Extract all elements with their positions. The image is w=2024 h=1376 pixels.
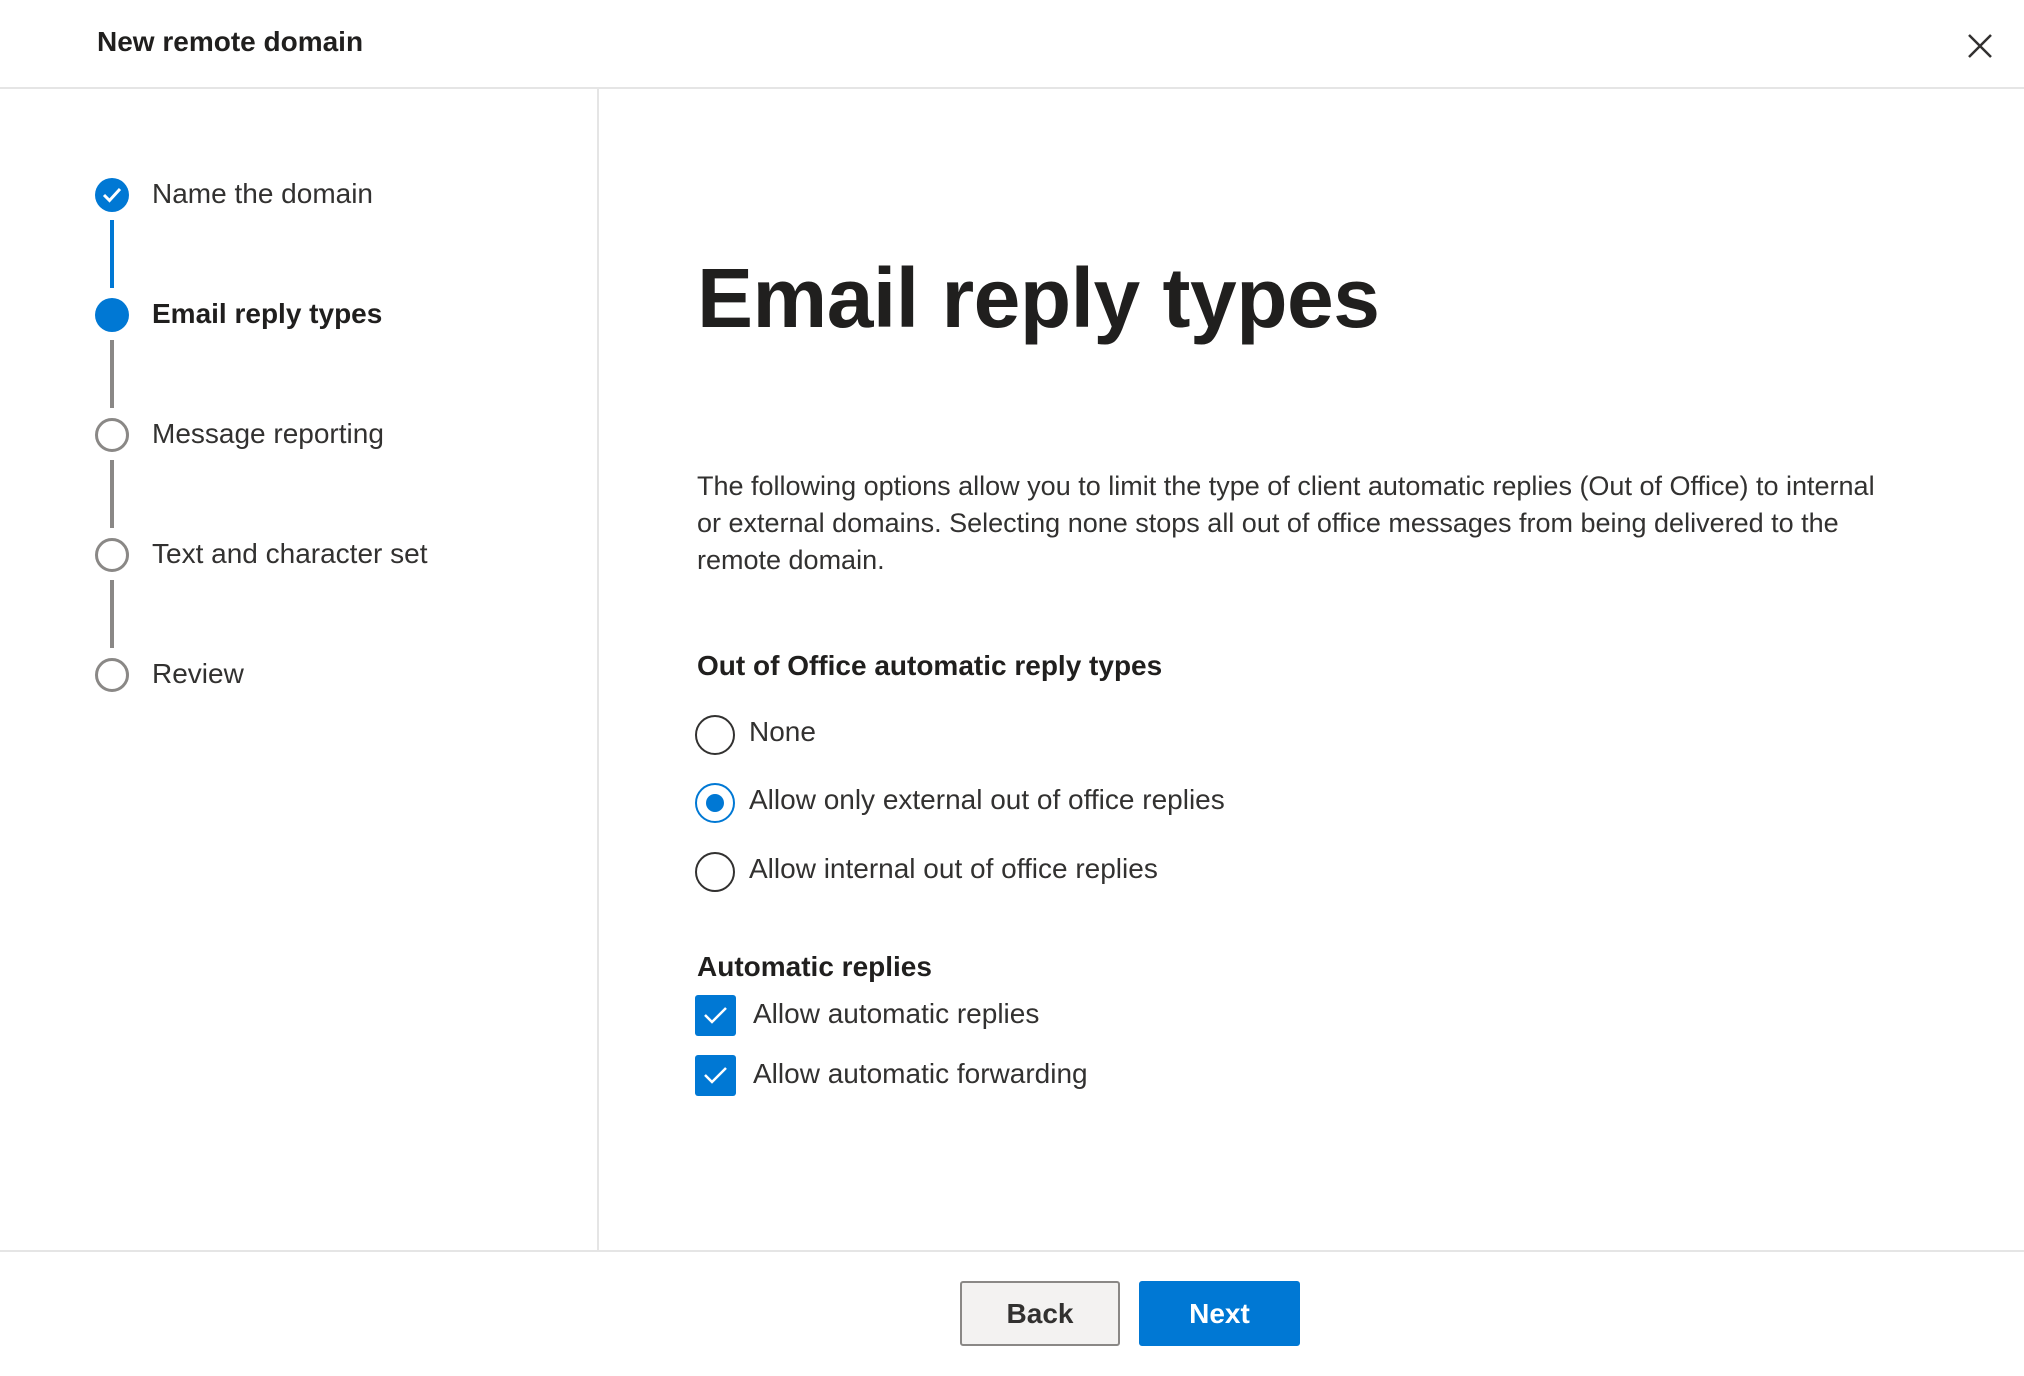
close-icon <box>1968 34 1992 58</box>
step-review: Review <box>152 658 244 689</box>
step-pending-icon <box>95 418 129 452</box>
step-connector <box>110 580 114 648</box>
checkbox-box[interactable] <box>695 1055 736 1096</box>
radio-circle-selected[interactable] <box>695 783 735 823</box>
step-pending-icon <box>95 538 129 572</box>
step-pending-icon <box>95 658 129 692</box>
left-pane-divider <box>597 89 599 1250</box>
checkbox-label: Allow automatic forwarding <box>753 1058 1088 1089</box>
radio-label: None <box>749 716 816 747</box>
step-completed-icon <box>95 178 129 212</box>
footer-divider <box>0 1250 2024 1252</box>
next-button[interactable]: Next <box>1139 1281 1300 1346</box>
checkmark-icon <box>704 1007 727 1024</box>
step-connector <box>110 460 114 528</box>
checkmark-icon <box>704 1067 727 1084</box>
radio-circle[interactable] <box>695 852 735 892</box>
checkbox-box[interactable] <box>695 995 736 1036</box>
radio-label: Allow internal out of office replies <box>749 853 1158 884</box>
page-description: The following options allow you to limit… <box>697 471 1875 575</box>
step-email-reply-types[interactable]: Email reply types <box>152 298 382 330</box>
radio-circle[interactable] <box>695 715 735 755</box>
checkbox-label: Allow automatic replies <box>753 998 1040 1029</box>
step-current-icon <box>95 298 129 332</box>
automatic-replies-section-title: Automatic replies <box>697 951 932 982</box>
back-button[interactable]: Back <box>960 1281 1120 1346</box>
step-name-the-domain[interactable]: Name the domain <box>152 178 373 210</box>
ooo-section-title: Out of Office automatic reply types <box>697 650 1163 681</box>
step-connector <box>110 340 114 408</box>
step-text-and-character-set: Text and character set <box>152 538 428 569</box>
step-connector <box>110 220 114 288</box>
panel-header: New remote domain <box>0 0 2024 89</box>
panel-title: New remote domain <box>97 26 364 57</box>
close-button[interactable] <box>1958 24 2002 68</box>
radio-label: Allow only external out of office replie… <box>749 784 1225 815</box>
step-message-reporting: Message reporting <box>152 418 384 449</box>
checkmark-icon <box>102 187 122 203</box>
page-title: Email reply types <box>697 251 1380 345</box>
